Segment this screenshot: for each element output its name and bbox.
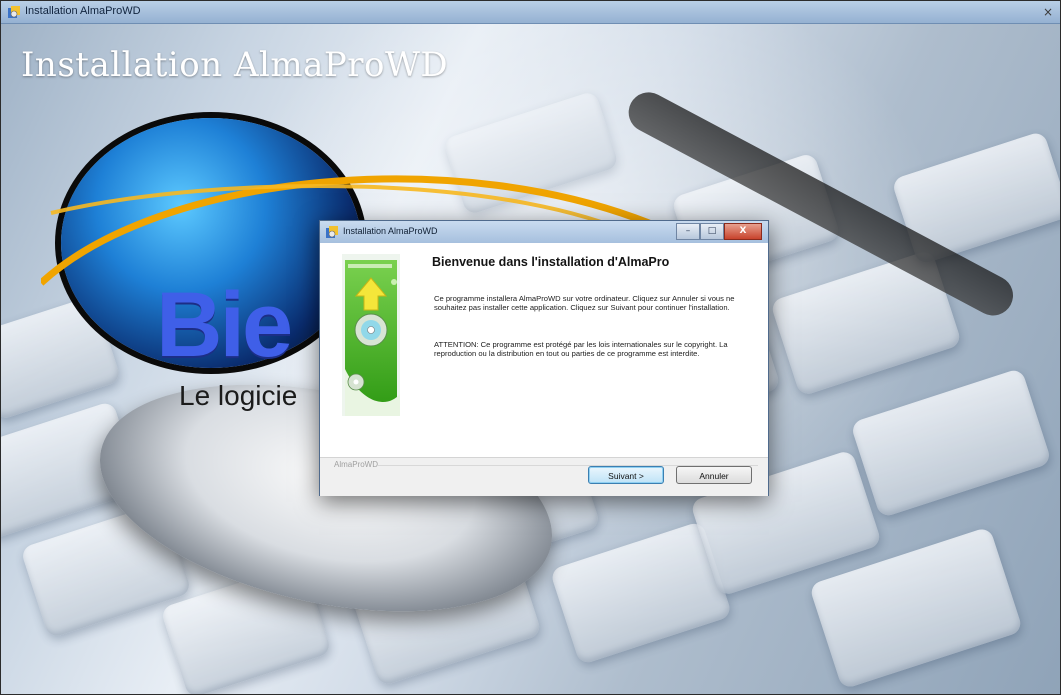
dialog-titlebar[interactable]: Installation AlmaProWD – □ X [320, 221, 768, 244]
cd-arrow-graphic [342, 254, 400, 416]
installer-window: Installation AlmaProWD × Installation Al… [0, 0, 1061, 695]
logo-text: Bie [156, 274, 293, 376]
minimize-icon[interactable]: – [676, 223, 700, 240]
intro-text: Ce programme installera AlmaProWD sur vo… [434, 294, 735, 312]
cancel-button[interactable]: Annuler [676, 466, 752, 484]
window-controls: – □ X [676, 223, 762, 240]
copyright-warning-text: ATTENTION: Ce programme est protégé par … [434, 340, 728, 358]
installer-icon [8, 6, 20, 18]
installer-icon [326, 226, 338, 238]
maximize-icon[interactable]: □ [700, 223, 724, 240]
close-icon[interactable]: × [1040, 4, 1056, 20]
dialog-body: Bienvenue dans l'installation d'AlmaPro … [320, 243, 768, 457]
footer-brand: AlmaProWD [334, 460, 379, 469]
dialog-title: Installation AlmaProWD [343, 226, 438, 236]
install-dialog: Installation AlmaProWD – □ X Bienvenue d… [319, 220, 769, 496]
logo-tagline: Le logicie [179, 380, 298, 411]
close-icon[interactable]: X [724, 223, 762, 240]
dialog-footer: AlmaProWD Suivant > Annuler [320, 457, 768, 496]
next-button[interactable]: Suivant > [588, 466, 664, 484]
background-title: Installation AlmaProWD [21, 45, 449, 85]
welcome-heading: Bienvenue dans l'installation d'AlmaPro [432, 255, 670, 269]
window-title: Installation AlmaProWD [25, 5, 141, 17]
window-titlebar[interactable]: Installation AlmaProWD × [1, 1, 1060, 24]
